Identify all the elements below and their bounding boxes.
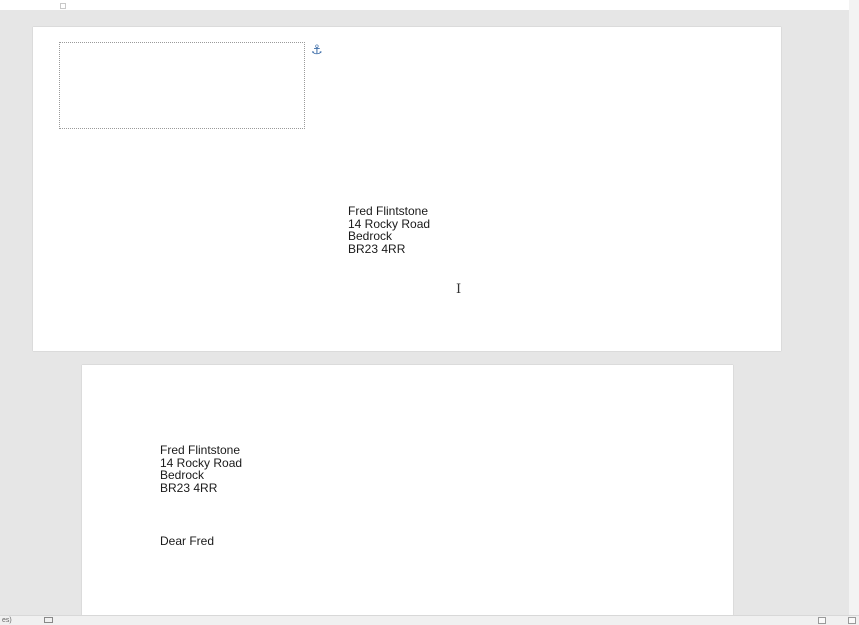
letter-recipient-address[interactable]: Fred Flintstone 14 Rocky Road Bedrock BR…	[160, 444, 242, 494]
envelope-delivery-address[interactable]: Fred Flintstone 14 Rocky Road Bedrock BR…	[348, 205, 430, 255]
status-bar: es)	[0, 615, 859, 625]
anchor-icon[interactable]: ⚓	[311, 44, 323, 58]
text-cursor-icon: I	[456, 282, 462, 297]
address-line-town: Bedrock	[348, 229, 393, 243]
letter-greeting[interactable]: Dear Fred	[160, 535, 214, 548]
print-layout-icon[interactable]	[848, 617, 856, 624]
page-corner-marker	[60, 3, 66, 9]
return-address-textbox[interactable]	[59, 42, 305, 129]
read-mode-icon[interactable]	[818, 617, 826, 624]
letter-page[interactable]: Fred Flintstone 14 Rocky Road Bedrock BR…	[82, 365, 733, 615]
status-text: es)	[2, 617, 12, 624]
address-line-postcode: BR23 4RR	[348, 241, 406, 256]
document-workspace[interactable]: ⚓ Fred Flintstone 14 Rocky Road Bedrock …	[0, 10, 849, 615]
address-line-name: Fred Flintstone	[160, 443, 241, 457]
address-line-town: Bedrock	[160, 468, 205, 482]
macro-recording-icon[interactable]	[44, 617, 53, 623]
vertical-scrollbar[interactable]	[849, 0, 859, 615]
top-strip	[0, 0, 849, 10]
address-line-postcode: BR23 4RR	[160, 480, 218, 495]
address-line-name: Fred Flintstone	[348, 204, 429, 218]
envelope-page[interactable]: ⚓ Fred Flintstone 14 Rocky Road Bedrock …	[33, 27, 781, 351]
